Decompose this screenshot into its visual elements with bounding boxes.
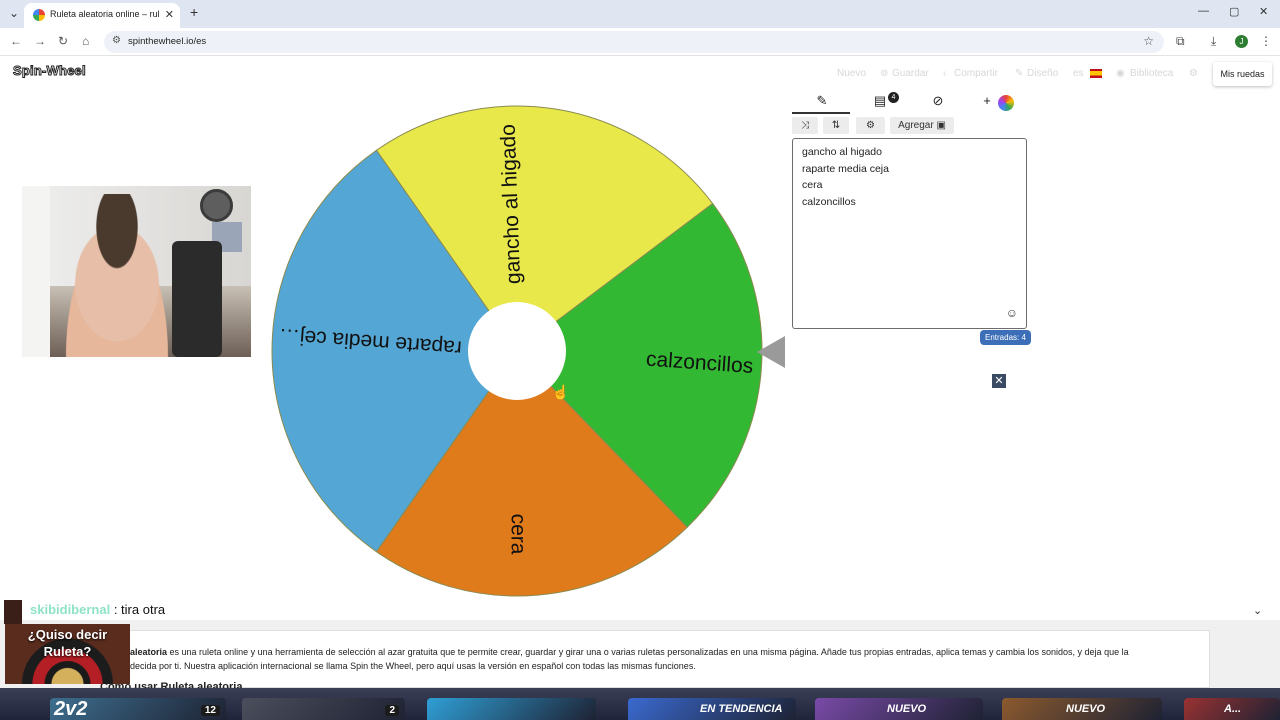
clipboard-badge: 4 bbox=[888, 92, 899, 103]
store-tile-badge: 12 bbox=[200, 705, 220, 716]
chat-text: : tira otra bbox=[113, 602, 166, 617]
share-icon[interactable]: ‹ bbox=[943, 68, 946, 79]
store-tile-label: A... bbox=[1224, 703, 1242, 715]
plus-icon[interactable]: + bbox=[982, 93, 992, 113]
nav-library[interactable]: Biblioteca bbox=[1130, 68, 1173, 79]
add-image-button[interactable]: Agregar ▣ bbox=[890, 117, 954, 134]
spin-wheel[interactable]: gancho al higadocalzoncillosceraraparte … bbox=[250, 98, 785, 603]
nav-language[interactable]: es bbox=[1073, 68, 1084, 79]
overlay-caption: ¿Quiso decir Ruleta? bbox=[27, 627, 108, 659]
spain-flag-icon[interactable] bbox=[1090, 69, 1102, 78]
download-icon[interactable]: ⤓ bbox=[1211, 34, 1216, 49]
add-label: Agregar bbox=[898, 120, 934, 131]
emoji-picker-icon[interactable]: ☺ bbox=[1006, 306, 1018, 320]
design-icon[interactable]: ✎ bbox=[1015, 68, 1023, 79]
reload-icon[interactable]: ↻ bbox=[58, 34, 68, 48]
browser-toolbar: ← → ↻ ⌂ ⚙ spinthewheel.io/es ☆ ⧉ ⤓ ⋮ bbox=[0, 28, 1280, 56]
store-tile[interactable]: A... bbox=[1184, 698, 1280, 720]
nav-new[interactable]: Nuevo bbox=[837, 68, 866, 79]
store-tile-label: EN TENDENCIA bbox=[700, 703, 783, 715]
entry-line: raparte media ceja bbox=[802, 163, 889, 175]
advanced-settings-button[interactable]: ⚙ bbox=[856, 117, 885, 134]
nav-design[interactable]: Diseño bbox=[1027, 68, 1058, 79]
wall-clock bbox=[200, 189, 233, 222]
entries-textarea[interactable]: gancho al higado raparte media ceja cera… bbox=[792, 138, 1027, 329]
profile-avatar[interactable]: J bbox=[1235, 35, 1248, 48]
store-tile-label: NUEVO bbox=[1066, 703, 1106, 715]
hide-eye-icon[interactable]: ⊘ bbox=[928, 93, 948, 113]
entry-line: gancho al higado bbox=[802, 146, 882, 158]
pencil-icon[interactable]: ✎ bbox=[814, 93, 830, 113]
sort-button[interactable]: ⇅ bbox=[823, 117, 849, 134]
description-body-2: decida por ti. Nuestra aplicación intern… bbox=[130, 661, 696, 671]
store-tile[interactable]: NUEVO bbox=[1002, 698, 1162, 720]
chat-username: skibidibernal bbox=[30, 602, 111, 617]
shuffle-button[interactable]: ⤨ bbox=[792, 117, 818, 134]
description-text: aleatoria es una ruleta online y una her… bbox=[130, 645, 1170, 673]
store-tile-label: 2v2 bbox=[54, 698, 88, 720]
minimize-button[interactable]: — bbox=[1198, 5, 1209, 17]
store-tile[interactable]: EN TENDENCIA bbox=[628, 698, 796, 720]
chat-message: skibidibernal : tira otra bbox=[30, 602, 165, 617]
forward-icon[interactable]: → bbox=[34, 34, 46, 48]
tab-title: Ruleta aleatoria online – ruleta bbox=[50, 9, 160, 19]
entries-count-badge: Entradas: 4 bbox=[980, 330, 1031, 345]
nav-save[interactable]: Guardar bbox=[892, 68, 929, 79]
bookmark-star-icon[interactable]: ☆ bbox=[1143, 34, 1154, 48]
clipboard-icon[interactable]: ▤ bbox=[871, 93, 889, 113]
streamer-figure bbox=[52, 194, 182, 357]
store-tile[interactable]: 2v2 12 bbox=[50, 698, 226, 720]
close-icon[interactable]: ✕ bbox=[992, 374, 1006, 388]
store-tile[interactable] bbox=[427, 698, 596, 720]
chat-avatar bbox=[4, 600, 22, 624]
description-bold: aleatoria bbox=[130, 647, 168, 657]
webcam-overlay bbox=[22, 186, 251, 357]
browser-menu-icon[interactable]: ⋮ bbox=[1260, 34, 1272, 48]
entry-line: cera bbox=[802, 179, 823, 191]
address-bar[interactable]: ⚙ spinthewheel.io/es ☆ bbox=[104, 31, 1164, 53]
color-wheel-icon[interactable] bbox=[998, 95, 1014, 111]
my-wheels-button[interactable]: Mis ruedas bbox=[1213, 62, 1272, 86]
active-tab-indicator bbox=[792, 112, 850, 114]
store-tile-label: NUEVO bbox=[887, 703, 927, 715]
nav-share[interactable]: Compartir bbox=[954, 68, 998, 79]
new-tab-button[interactable]: + bbox=[190, 4, 198, 20]
save-icon[interactable]: ⊚ bbox=[880, 68, 888, 79]
settings-gear-icon[interactable]: ⚙ bbox=[1189, 68, 1198, 79]
restore-button[interactable]: ▢ bbox=[1229, 5, 1239, 18]
sort-icon: ⇅ bbox=[831, 120, 841, 131]
store-tile[interactable]: NUEVO bbox=[815, 698, 983, 720]
library-icon[interactable]: ◉ bbox=[1116, 68, 1125, 79]
site-logo[interactable]: Spin-Wheel bbox=[13, 63, 87, 79]
favicon-icon bbox=[33, 9, 45, 21]
tab-close-icon[interactable]: ✕ bbox=[165, 8, 174, 21]
description-body: es una ruleta online y una herramienta d… bbox=[167, 647, 1129, 657]
store-tile-badge: 2 bbox=[385, 705, 399, 716]
entry-line: calzoncillos bbox=[802, 196, 856, 208]
back-icon[interactable]: ← bbox=[10, 34, 22, 48]
tab-search-icon[interactable]: ⌄ bbox=[9, 6, 19, 20]
shuffle-icon: ⤨ bbox=[801, 120, 809, 131]
image-icon: ▣ bbox=[936, 120, 946, 131]
chevron-down-icon[interactable]: ⌄ bbox=[1253, 604, 1262, 617]
browser-tab-bar: ⌄ Ruleta aleatoria online – ruleta ✕ + —… bbox=[0, 0, 1280, 28]
wheel-segment-label: cera bbox=[506, 514, 529, 555]
hand-cursor-icon: ☝ bbox=[552, 384, 570, 400]
url-text[interactable]: spinthewheel.io/es bbox=[128, 36, 206, 47]
wheel-pointer-icon bbox=[757, 336, 785, 368]
browser-tab[interactable]: Ruleta aleatoria online – ruleta ✕ bbox=[24, 3, 180, 28]
site-info-icon[interactable]: ⚙ bbox=[112, 35, 121, 46]
home-icon[interactable]: ⌂ bbox=[82, 34, 89, 48]
extensions-icon[interactable]: ⧉ bbox=[1176, 34, 1185, 49]
gear-icon: ⚙ bbox=[866, 120, 875, 131]
store-tile[interactable]: 2 bbox=[242, 698, 405, 720]
close-window-button[interactable]: ✕ bbox=[1259, 5, 1268, 18]
